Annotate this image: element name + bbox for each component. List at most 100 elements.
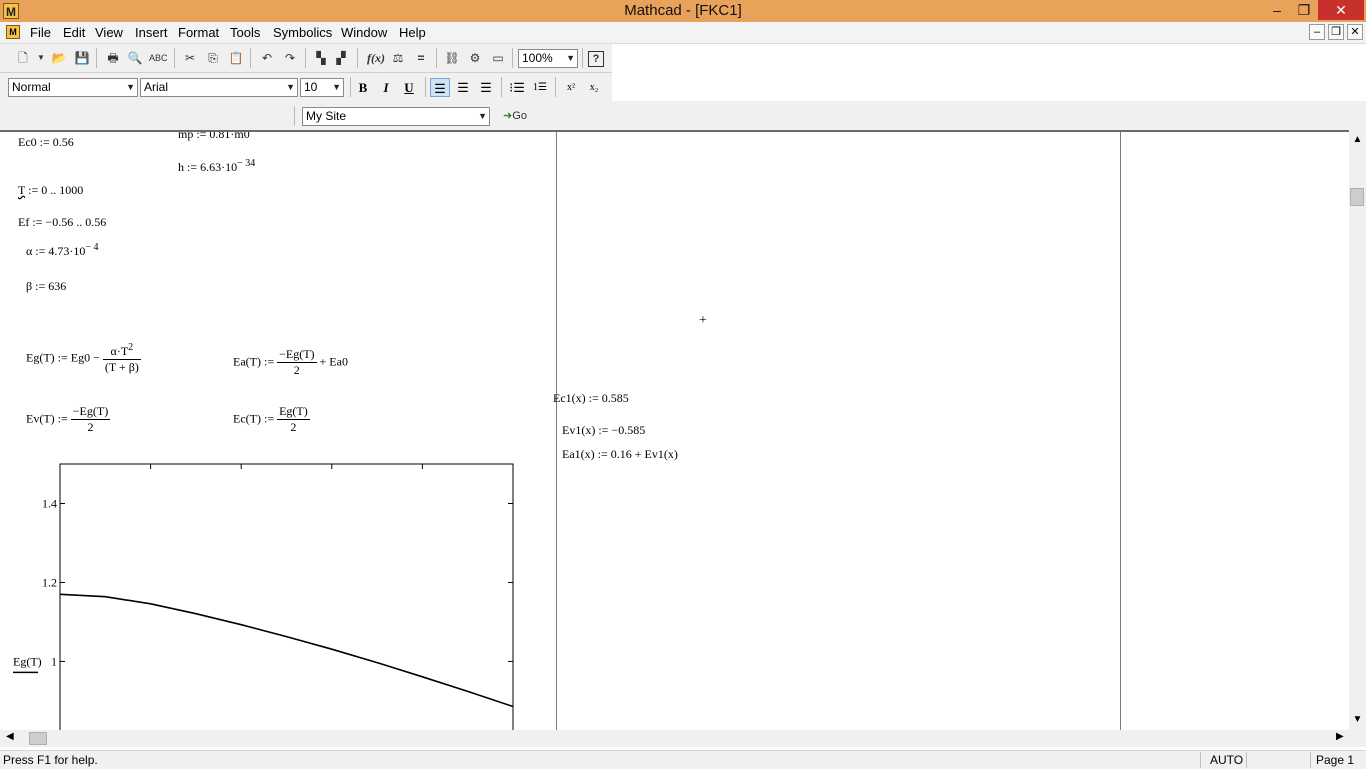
- status-page: Page 1: [1316, 753, 1355, 767]
- new-dropdown-icon[interactable]: ▼: [32, 49, 50, 67]
- go-button[interactable]: ➜Go: [498, 107, 532, 125]
- math-region-mp[interactable]: mp := 0.81·m0: [178, 132, 250, 142]
- help-icon[interactable]: ?: [588, 51, 604, 67]
- status-bar: Press F1 for help. AUTO Page 1: [0, 750, 1366, 769]
- copy-icon[interactable]: ⎘: [204, 49, 222, 67]
- math-region-ev1[interactable]: Ev1(x) := −0.585: [562, 423, 645, 438]
- document-restore-button[interactable]: ❐: [1328, 24, 1344, 40]
- zoom-select[interactable]: 100% ▼: [518, 49, 578, 68]
- font-select[interactable]: Arial ▼: [140, 78, 298, 97]
- worksheet[interactable]: mp := 0.81·m0 Ec0 := 0.56 h := 6.63·10− …: [0, 130, 1349, 732]
- insert-component-icon[interactable]: ▭: [489, 49, 507, 67]
- menu-bar: M File Edit View Insert Format Tools Sym…: [0, 22, 1366, 44]
- document-close-button[interactable]: ✕: [1347, 24, 1363, 40]
- insert-hyperlink-icon[interactable]: ⛓: [443, 49, 461, 67]
- insert-unit-icon[interactable]: ⚖: [389, 49, 407, 67]
- font-size-select[interactable]: 10 ▼: [300, 78, 344, 97]
- insertion-crosshair: +: [699, 313, 707, 328]
- page-boundary-line: [1120, 132, 1121, 732]
- math-region-ea1[interactable]: Ea1(x) := 0.16 + Ev1(x): [562, 447, 678, 462]
- save-icon[interactable]: 💾: [73, 49, 91, 67]
- document-minimize-button[interactable]: –: [1309, 24, 1325, 40]
- print-preview-icon[interactable]: 🔍: [126, 49, 144, 67]
- math-region-eg[interactable]: Eg(T) := Eg0 − α·T2 (T + β): [26, 342, 141, 375]
- formatting-toolbar: Normal ▼ Arial ▼ 10 ▼ B I U ☰ ☰ ☰ ⁝☰ 1☰ x² …: [0, 73, 612, 102]
- close-button[interactable]: ✕: [1318, 0, 1364, 20]
- window-title: Mathcad - [FKC1]: [624, 2, 742, 19]
- go-arrow-icon: ➜: [503, 110, 513, 122]
- menu-view[interactable]: View: [95, 25, 123, 40]
- italic-button[interactable]: I: [376, 78, 396, 97]
- align-center-icon[interactable]: ☰: [453, 78, 473, 97]
- align-right-icon[interactable]: ☰: [476, 78, 496, 97]
- menu-help[interactable]: Help: [399, 25, 426, 40]
- y-tick-label: 1: [51, 654, 57, 668]
- menu-tools[interactable]: Tools: [230, 25, 260, 40]
- align-left-icon[interactable]: ☰: [430, 78, 450, 97]
- bullet-list-icon[interactable]: ⁝☰: [507, 78, 527, 97]
- ec-fraction: Eg(T) 2: [277, 404, 310, 434]
- scroll-left-icon[interactable]: ◀: [6, 731, 14, 742]
- page-boundary-line: [556, 132, 557, 732]
- plot-frame: [59, 463, 514, 732]
- menu-file[interactable]: File: [30, 25, 51, 40]
- menu-window[interactable]: Window: [341, 25, 387, 40]
- math-region-beta[interactable]: β := 636: [26, 279, 66, 294]
- math-region-ec[interactable]: Ec(T) := Eg(T) 2: [233, 404, 310, 435]
- paste-icon[interactable]: 📋: [227, 49, 245, 67]
- vertical-scrollbar[interactable]: ▲ ▼: [1349, 130, 1366, 730]
- menu-edit[interactable]: Edit: [63, 25, 85, 40]
- redo-icon[interactable]: ↷: [281, 49, 299, 67]
- math-region-ef[interactable]: Ef := −0.56 .. 0.56: [18, 215, 106, 230]
- vertical-scroll-thumb[interactable]: [1350, 188, 1364, 206]
- scroll-down-icon[interactable]: ▼: [1349, 714, 1366, 725]
- insert-function-icon[interactable]: f(x): [365, 49, 387, 67]
- print-icon[interactable]: 🖶: [104, 49, 122, 67]
- math-region-alpha[interactable]: α := 4.73·10− 4: [26, 242, 99, 259]
- new-document-icon[interactable]: 🗋: [14, 49, 32, 67]
- scroll-up-icon[interactable]: ▲: [1349, 134, 1366, 145]
- minimize-button[interactable]: –: [1263, 0, 1291, 20]
- resources-toolbar: My Site ▼ ➜Go: [290, 102, 540, 130]
- resource-site-select[interactable]: My Site ▼: [302, 107, 490, 126]
- eg-series-line: [59, 593, 514, 708]
- cut-icon[interactable]: ✂: [181, 49, 199, 67]
- bold-button[interactable]: B: [353, 78, 373, 97]
- math-region-ev[interactable]: Ev(T) := −Eg(T) 2: [26, 404, 111, 435]
- numbered-list-icon[interactable]: 1☰: [530, 78, 550, 97]
- spell-check-icon[interactable]: ABC: [149, 49, 168, 67]
- menu-format[interactable]: Format: [178, 25, 219, 40]
- menu-symbolics[interactable]: Symbolics: [273, 25, 332, 40]
- status-help-text: Press F1 for help.: [3, 753, 98, 767]
- math-region-ea[interactable]: Ea(T) := −Eg(T) 2 + Ea0: [233, 347, 348, 378]
- align-across-icon[interactable]: ▚: [312, 49, 330, 67]
- undo-icon[interactable]: ↶: [258, 49, 276, 67]
- scroll-right-icon[interactable]: ▶: [1336, 731, 1344, 742]
- restore-button[interactable]: ❐: [1290, 0, 1318, 20]
- math-region-ec1[interactable]: Ec1(x) := 0.585: [553, 391, 629, 406]
- y-axis-label: Eg(T): [13, 654, 42, 668]
- subscript-button[interactable]: x₂: [584, 78, 604, 97]
- menu-insert[interactable]: Insert: [135, 25, 168, 40]
- math-region-h[interactable]: h := 6.63·10− 34: [178, 158, 255, 175]
- standard-toolbar: 🗋 ▼ 📂 💾 🖶 🔍 ABC ✂ ⎘ 📋 ↶ ↷ ▚ ▞ f(x) ⚖ = ⛓…: [0, 44, 612, 73]
- horizontal-scrollbar[interactable]: ◀ ▶: [0, 730, 1349, 747]
- eg-plot[interactable]: 0.811.21.4Eg(T): [0, 452, 540, 732]
- ea-fraction: −Eg(T) 2: [277, 347, 317, 377]
- component-wizard-icon[interactable]: ⚙: [466, 49, 484, 67]
- ev-fraction: −Eg(T) 2: [70, 404, 111, 434]
- y-tick-label: 1.4: [42, 496, 57, 510]
- math-region-t-range[interactable]: T := 0 .. 1000: [18, 183, 83, 198]
- style-select[interactable]: Normal ▼: [8, 78, 138, 97]
- title-bar: M Mathcad - [FKC1] – ❐ ✕: [0, 0, 1366, 22]
- y-tick-label: 1.2: [42, 575, 57, 589]
- underline-button[interactable]: U: [399, 78, 419, 97]
- align-down-icon[interactable]: ▞: [332, 49, 350, 67]
- math-region-ec0[interactable]: Ec0 := 0.56: [18, 135, 74, 150]
- open-folder-icon[interactable]: 📂: [50, 49, 68, 67]
- calculate-icon[interactable]: =: [412, 49, 430, 67]
- document-icon[interactable]: M: [6, 25, 20, 39]
- toolbar-area: [0, 101, 1366, 130]
- superscript-button[interactable]: x²: [561, 78, 581, 97]
- horizontal-scroll-thumb[interactable]: [29, 732, 47, 745]
